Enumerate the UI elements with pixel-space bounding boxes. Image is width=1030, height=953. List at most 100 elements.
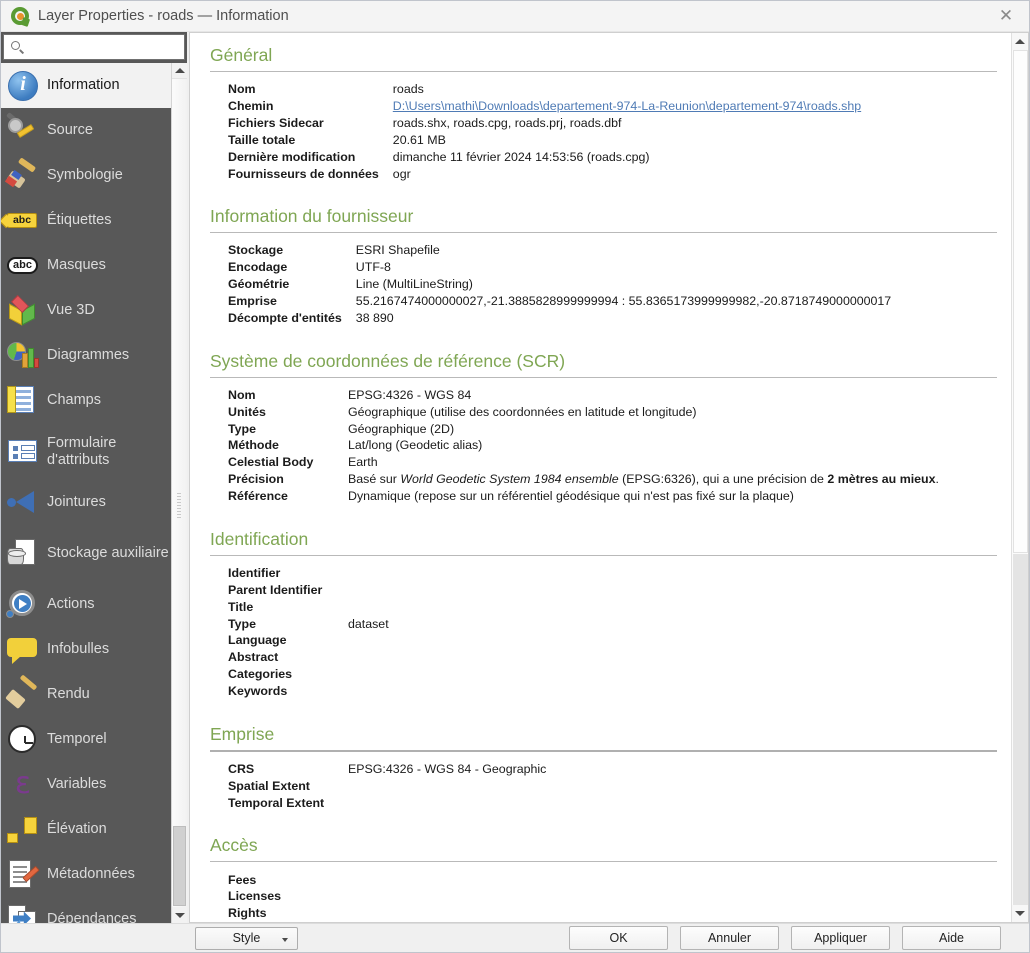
sidebar-item-formulaire-attributs[interactable]: Formulaire d'attributs (1, 423, 171, 480)
row-value (348, 632, 389, 649)
section-title: Système de coordonnées de référence (SCR… (210, 350, 566, 371)
sidebar-item-metadonnees[interactable]: Métadonnées (1, 852, 171, 897)
table-row: Categories (228, 666, 389, 683)
row-key: Méthode (228, 438, 279, 453)
sidebar-item-champs[interactable]: Champs (1, 378, 171, 423)
row-key: Référence (228, 489, 288, 504)
join-icon (6, 486, 40, 520)
row-value (348, 666, 389, 683)
row-value: roads.shx, roads.cpg, roads.prj, roads.d… (392, 115, 622, 130)
row-value: Dynamique (repose sur un référentiel géo… (348, 489, 794, 504)
apply-button[interactable]: Appliquer (791, 926, 890, 950)
row-key: Dernière modification (228, 149, 356, 164)
row-value-precision: Basé sur World Geodetic System 1984 ense… (348, 471, 939, 488)
table-row: Stockage ESRI Shapefile (228, 242, 891, 259)
help-button[interactable]: Aide (902, 926, 1001, 950)
row-key: Identifier (228, 565, 281, 580)
table-row: Méthode Lat/long (Geodetic alias) (228, 437, 939, 454)
sidebar-item-infobulles[interactable]: Infobulles (1, 627, 171, 672)
sidebar-item-actions[interactable]: Actions (1, 582, 171, 627)
sidebar-scroll-thumb[interactable] (173, 826, 186, 906)
sidebar-item-diagrammes[interactable]: Diagrammes (1, 333, 171, 378)
sidebar-item-temporel[interactable]: Temporel (1, 717, 171, 762)
row-key: Celestial Body (228, 455, 314, 470)
sidebar-item-masques[interactable]: abc Masques (1, 243, 171, 288)
title-bar: Layer Properties - roads — Information ✕ (1, 1, 1029, 32)
sidebar-item-source[interactable]: Source (1, 108, 171, 153)
sidebar-item-rendu[interactable]: Rendu (1, 672, 171, 717)
precision-fragment: Basé sur (348, 472, 401, 487)
row-value (348, 599, 389, 616)
scroll-down-icon[interactable] (172, 907, 187, 923)
sidebar-item-jointures[interactable]: Jointures (1, 480, 171, 525)
table-row: Précision Basé sur World Geodetic System… (228, 471, 939, 488)
row-key: Taille totale (228, 132, 296, 147)
sidebar-item-label: Champs (47, 392, 101, 409)
table-row: Unités Géographique (utilise des coordon… (228, 404, 939, 421)
sidebar-item-information[interactable]: Information (1, 63, 171, 108)
search-field-wrapper[interactable] (3, 34, 185, 60)
content-scroll-thumb[interactable] (1013, 50, 1028, 553)
dialog-actions: OK Annuler Appliquer Aide (569, 926, 1001, 950)
sidebar-item-label: Masques (47, 257, 106, 274)
row-value: D:\Users\mathi\Downloads\departement-974… (393, 98, 861, 115)
close-icon[interactable]: ✕ (983, 1, 1029, 31)
table-row: Identifier (228, 565, 389, 582)
row-value (348, 778, 546, 795)
row-key: Chemin (228, 99, 274, 114)
sidebar-item-symbologie[interactable]: Symbologie (1, 153, 171, 198)
section-provider-information: Information du fournisseur Stockage ESRI… (210, 202, 997, 326)
table-row: Nom EPSG:4326 - WGS 84 (228, 387, 939, 404)
row-key: Emprise (228, 294, 277, 309)
row-key: Géométrie (228, 277, 290, 292)
file-path-link[interactable]: D:\Users\mathi\Downloads\departement-974… (393, 99, 861, 113)
sidebar: Information Source Symbologie abc Étique… (1, 32, 187, 923)
sidebar-item-etiquettes[interactable]: abc Étiquettes (1, 198, 171, 243)
sidebar-item-dependances[interactable]: Dépendances (1, 897, 171, 923)
actions-gear-play-icon (6, 588, 40, 622)
dialog-button-bar: Style OK Annuler Appliquer Aide (1, 923, 1029, 952)
search-input[interactable] (29, 39, 179, 55)
section-title: Accès (210, 835, 258, 856)
row-key: CRS (228, 761, 255, 776)
cancel-button[interactable]: Annuler (680, 926, 779, 950)
sidebar-item-label: Stockage auxiliaire (47, 545, 169, 562)
crs-table: Nom EPSG:4326 - WGS 84 Unités Géographiq… (228, 387, 939, 505)
qgis-logo-icon (11, 7, 31, 27)
row-key: Fichiers Sidecar (228, 115, 324, 130)
sidebar-item-variables[interactable]: ε Variables (1, 762, 171, 807)
ok-button[interactable]: OK (569, 926, 668, 950)
style-button[interactable]: Style (195, 926, 298, 950)
row-value: UTF-8 (355, 260, 391, 275)
row-key: Fees (228, 872, 257, 887)
scroll-up-icon[interactable] (1012, 33, 1028, 50)
identification-table: Identifier Parent Identifier Title Type … (228, 565, 389, 700)
section-access: Accès Fees Licenses Rights (210, 831, 997, 922)
render-broom-icon (5, 673, 40, 712)
row-value: ESRI Shapefile (355, 243, 440, 258)
sidebar-item-label: Élévation (47, 821, 107, 838)
sidebar-scrollbar[interactable] (171, 63, 187, 923)
sidebar-item-vue-3d[interactable]: Vue 3D (1, 288, 171, 333)
scroll-down-icon[interactable] (1012, 905, 1028, 922)
general-table: Nom roads Chemin D:\Users\mathi\Download… (228, 81, 861, 182)
scroll-up-icon[interactable] (172, 63, 187, 79)
row-key: Temporal Extent (228, 795, 325, 810)
row-key: Fournisseurs de données (228, 166, 379, 181)
fields-table-icon (6, 384, 40, 418)
section-title: Identification (210, 528, 309, 549)
row-key: Nom (228, 82, 256, 97)
splitter-grip[interactable] (177, 493, 181, 519)
section-title: Information du fournisseur (210, 206, 414, 227)
table-row: Nom roads (228, 81, 861, 98)
content-scroll-track[interactable] (1013, 554, 1028, 905)
table-row: Language (228, 632, 389, 649)
row-value (348, 905, 351, 922)
content-scrollbar[interactable] (1011, 33, 1028, 922)
elevation-arrow-icon (6, 810, 40, 847)
sidebar-item-elevation[interactable]: Élévation (1, 807, 171, 852)
sidebar-item-stockage-auxiliaire[interactable]: Stockage auxiliaire (1, 525, 171, 582)
epsilon-variables-icon: ε (14, 765, 32, 801)
window-title: Layer Properties - roads — Information (38, 8, 289, 24)
table-row: Temporal Extent (228, 795, 546, 812)
